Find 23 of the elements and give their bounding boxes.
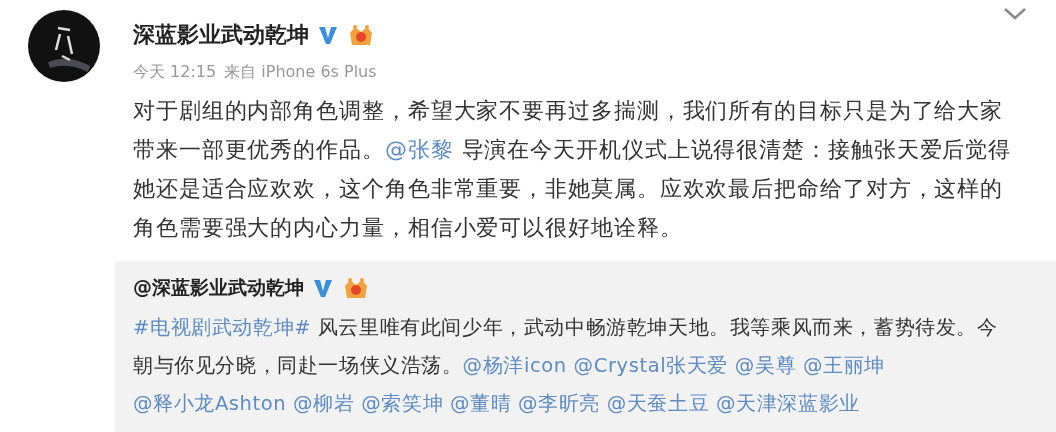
post-time: 今天 12:15 xyxy=(133,62,217,83)
mention-link[interactable]: @天津深蓝影业 xyxy=(716,392,860,415)
crown-badge-icon xyxy=(347,23,375,47)
mention-link[interactable]: @天蚕土豆 xyxy=(606,392,710,415)
crown-badge-icon xyxy=(342,276,370,300)
mention-link[interactable]: @张黎 xyxy=(384,137,454,162)
mention-link[interactable]: @柳岩 xyxy=(293,392,355,415)
mention-link[interactable]: @吴尊 xyxy=(734,354,797,377)
repost-text: #电视剧武动乾坤# 风云里唯有此间少年，武动中畅游乾坤天地。我等乘风而来，蓄势待发。今朝与你见分晓，同赴一场侠义浩荡。@杨洋icon @Crystal张天爱 @吴尊 @王丽坤 @释小龙Ashton @柳岩 @索笑坤 @董晴 @李昕亮 @天蚕土豆 @天津深蓝影业 xyxy=(133,315,999,417)
mention-link[interactable]: #电视剧武动乾坤# xyxy=(133,316,312,339)
mention-link[interactable]: @释小龙Ashton xyxy=(133,392,287,415)
author-name[interactable]: 深蓝影业武动乾坤 xyxy=(133,20,309,50)
post-text: 对于剧组的内部角色调整，希望大家不要再过多揣测，我们所有的目标只是为了给大家带来一部更优秀的作品。@张黎 导演在今天开机仪式上说得很清楚：接触张天爱后觉得她还是适合应欢欢，这个角色非常重要，非她莫属。应欢欢最后把命给了对方，这样的角色需要强大的内心力量，相信小爱可以很好地诠释。 xyxy=(133,97,1013,242)
post-source: 来自 iPhone 6s Plus xyxy=(224,62,377,83)
mention-link[interactable]: @董晴 xyxy=(449,392,512,415)
mention-link[interactable]: @李昕亮 xyxy=(518,392,600,415)
mention-link[interactable]: @Crystal张天爱 xyxy=(573,354,728,377)
chevron-down-icon[interactable] xyxy=(1002,6,1028,22)
repost-author[interactable]: @深蓝影业武动乾坤 xyxy=(133,275,304,301)
mention-link[interactable]: @杨洋icon xyxy=(462,354,567,377)
mention-link[interactable]: @索笑坤 xyxy=(361,392,444,415)
avatar[interactable] xyxy=(28,10,100,82)
mention-link[interactable]: @王丽坤 xyxy=(802,354,885,377)
